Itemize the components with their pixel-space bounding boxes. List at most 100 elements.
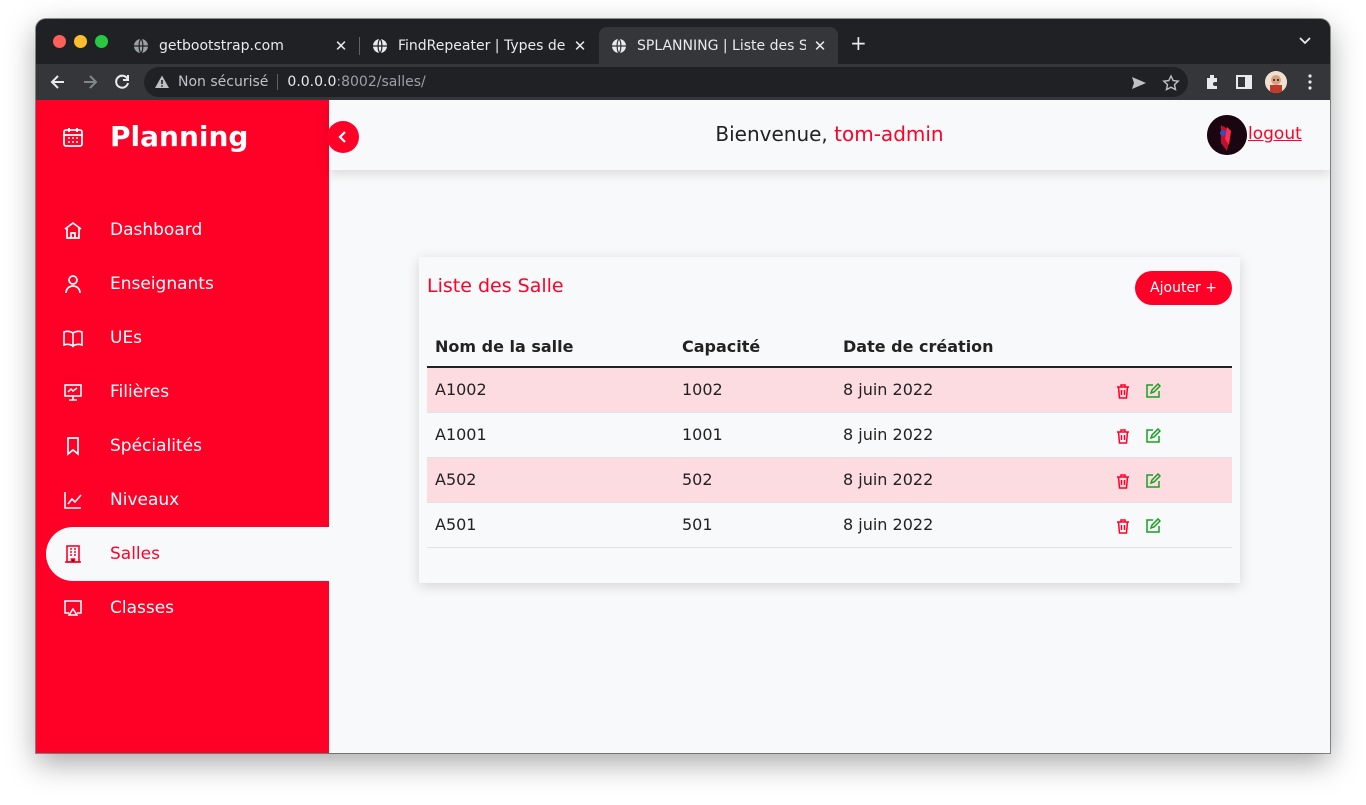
row-actions bbox=[1107, 367, 1232, 413]
logout-link[interactable]: logout bbox=[1248, 124, 1302, 144]
sidebar-item-dashboard[interactable]: Dashboard bbox=[46, 203, 329, 257]
sidebar-item-filieres[interactable]: Filières bbox=[46, 365, 329, 419]
building-icon bbox=[65, 545, 81, 563]
avatar[interactable] bbox=[1207, 115, 1247, 155]
column-header: Capacité bbox=[674, 327, 835, 368]
browser-toolbar: Non sécurisé 0.0.0.0:8002/salles/ bbox=[36, 64, 1330, 100]
trash-icon[interactable] bbox=[1115, 473, 1131, 489]
sidepanel-icon[interactable] bbox=[1234, 72, 1254, 92]
row-actions bbox=[1107, 502, 1232, 548]
column-header bbox=[1107, 327, 1232, 368]
table-row: A1002 1002 8 juin 2022 bbox=[427, 367, 1232, 413]
sidebar-item-ues[interactable]: UEs bbox=[46, 311, 329, 365]
close-tab-icon[interactable]: ✕ bbox=[812, 37, 828, 55]
send-icon[interactable] bbox=[1130, 74, 1148, 92]
tab-title: FindRepeater | Types de co bbox=[398, 37, 566, 54]
profile-avatar[interactable] bbox=[1265, 71, 1287, 93]
url-host: 0.0.0.0 bbox=[287, 74, 337, 90]
maximize-window-button[interactable] bbox=[95, 35, 108, 48]
salle-name: A1002 bbox=[427, 367, 674, 413]
top-header: Bienvenue, tom-admin logout bbox=[327, 100, 1330, 170]
table-row: A501 501 8 juin 2022 bbox=[427, 502, 1232, 548]
salle-name: A1001 bbox=[427, 412, 674, 458]
welcome-text: Bienvenue, bbox=[715, 122, 835, 146]
trash-icon[interactable] bbox=[1115, 518, 1131, 534]
user-icon bbox=[65, 275, 81, 294]
globe-icon bbox=[612, 38, 626, 53]
brand-title: Planning bbox=[110, 120, 249, 153]
sidebar: Planning Dashboard Enseignants UEs Filiè… bbox=[36, 100, 329, 753]
address-bar[interactable]: Non sécurisé 0.0.0.0:8002/salles/ bbox=[144, 67, 1188, 97]
new-tab-icon[interactable]: + bbox=[850, 33, 867, 53]
globe-icon bbox=[134, 38, 148, 53]
salle-date: 8 juin 2022 bbox=[835, 367, 1107, 413]
menu-dots-icon[interactable] bbox=[1300, 72, 1320, 92]
chevron-down-icon[interactable] bbox=[1298, 33, 1312, 51]
sidebar-item-label: Enseignants bbox=[110, 274, 214, 294]
salle-capacity: 502 bbox=[674, 457, 835, 503]
tab-title: getbootstrap.com bbox=[159, 37, 284, 54]
extensions-icon[interactable] bbox=[1203, 72, 1223, 92]
sidebar-item-salles[interactable]: Salles bbox=[46, 527, 329, 581]
sidebar-item-label: Dashboard bbox=[110, 220, 203, 240]
tab-getbootstrap[interactable]: getbootstrap.com ✕ bbox=[121, 27, 359, 64]
screen-icon bbox=[64, 600, 82, 616]
salle-capacity: 1001 bbox=[674, 412, 835, 458]
forward-arrow-icon[interactable] bbox=[80, 72, 100, 92]
table-row: A502 502 8 juin 2022 bbox=[427, 457, 1232, 503]
salle-date: 8 juin 2022 bbox=[835, 412, 1107, 458]
tab-findrepeater[interactable]: FindRepeater | Types de co ✕ bbox=[360, 27, 598, 64]
sidebar-item-niveaux[interactable]: Niveaux bbox=[46, 473, 329, 527]
sidebar-item-enseignants[interactable]: Enseignants bbox=[46, 257, 329, 311]
chart-line-icon bbox=[64, 492, 82, 509]
sidebar-item-label: UEs bbox=[110, 328, 143, 348]
table-header-row: Nom de la salle Capacité Date de créatio… bbox=[427, 327, 1232, 368]
sidebar-item-label: Salles bbox=[110, 544, 160, 564]
salle-capacity: 501 bbox=[674, 502, 835, 548]
row-actions bbox=[1107, 457, 1232, 503]
bookmark-icon bbox=[67, 437, 79, 456]
salle-date: 8 juin 2022 bbox=[835, 457, 1107, 503]
close-tab-icon[interactable]: ✕ bbox=[572, 37, 588, 55]
omnibox-divider bbox=[277, 74, 279, 90]
globe-icon bbox=[373, 38, 387, 53]
security-label: Non sécurisé bbox=[178, 74, 269, 90]
reload-icon[interactable] bbox=[112, 72, 132, 92]
table-row: A1001 1001 8 juin 2022 bbox=[427, 412, 1232, 458]
username: tom-admin bbox=[834, 122, 944, 146]
sidebar-item-label: Spécialités bbox=[110, 436, 202, 456]
column-header: Date de création bbox=[835, 327, 1107, 368]
edit-icon[interactable] bbox=[1145, 517, 1161, 534]
presentation-icon bbox=[64, 384, 82, 401]
sidebar-item-specialites[interactable]: Spécialités bbox=[46, 419, 329, 473]
tab-title: SPLANNING | Liste des Sal bbox=[637, 37, 806, 54]
sidebar-item-label: Classes bbox=[110, 598, 175, 618]
edit-icon[interactable] bbox=[1145, 472, 1161, 489]
welcome-message: Bienvenue, tom-admin bbox=[329, 122, 1330, 146]
salles-card: Liste des Salle Ajouter + Nom de la sall… bbox=[419, 257, 1240, 583]
column-header: Nom de la salle bbox=[427, 327, 674, 368]
close-tab-icon[interactable]: ✕ bbox=[333, 37, 349, 55]
card-title: Liste des Salle bbox=[427, 275, 564, 297]
browser-window: getbootstrap.com ✕ FindRepeater | Types … bbox=[36, 19, 1330, 753]
back-arrow-icon[interactable] bbox=[48, 72, 68, 92]
brand[interactable]: Planning bbox=[62, 120, 248, 153]
star-icon[interactable] bbox=[1162, 74, 1180, 92]
edit-icon[interactable] bbox=[1145, 427, 1161, 444]
tab-splanning[interactable]: SPLANNING | Liste des Sal ✕ bbox=[599, 27, 838, 64]
trash-icon[interactable] bbox=[1115, 383, 1131, 399]
trash-icon[interactable] bbox=[1115, 428, 1131, 444]
add-salle-button[interactable]: Ajouter + bbox=[1135, 271, 1232, 305]
book-icon bbox=[63, 330, 83, 348]
warning-icon bbox=[155, 75, 169, 88]
tab-strip: getbootstrap.com ✕ FindRepeater | Types … bbox=[36, 19, 1330, 64]
close-window-button[interactable] bbox=[53, 35, 66, 48]
minimize-window-button[interactable] bbox=[74, 35, 87, 48]
url-path: :8002/salles/ bbox=[336, 74, 426, 90]
salle-capacity: 1002 bbox=[674, 367, 835, 413]
sidebar-item-classes[interactable]: Classes bbox=[46, 581, 329, 635]
row-actions bbox=[1107, 412, 1232, 458]
home-icon bbox=[64, 221, 82, 239]
edit-icon[interactable] bbox=[1145, 382, 1161, 399]
sidebar-item-label: Filières bbox=[110, 382, 170, 402]
